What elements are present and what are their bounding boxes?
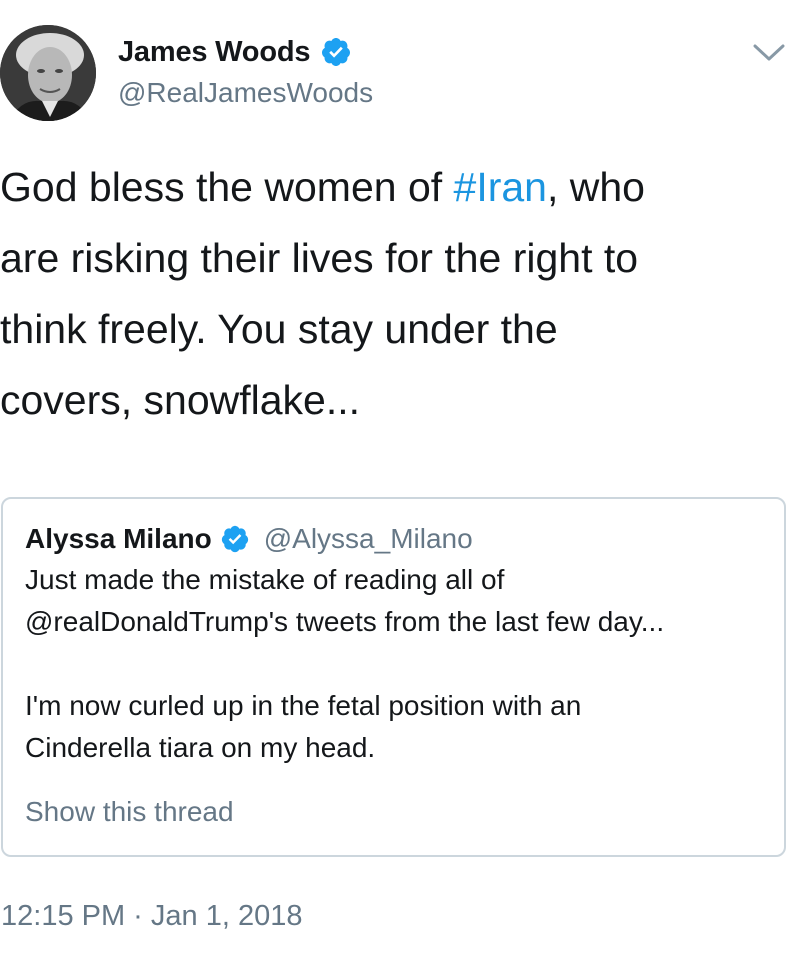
quoted-text-line: I'm now curled up in the fetal position … [25,690,582,721]
tweet-text-segment: , who [546,164,645,210]
quoted-text-line: Just made the mistake of reading all of [25,564,505,595]
quoted-tweet-card[interactable]: Alyssa Milano @Alyssa_Milano Just made t… [1,497,786,857]
quoted-author-handle: @Alyssa_Milano [263,523,473,554]
author-name-row: James Woods [118,32,352,72]
verified-badge-icon [220,524,250,554]
tweet-text-line: are risking their lives for the right to [0,235,639,281]
quoted-tweet-text: Just made the mistake of reading all of … [25,559,770,769]
show-thread-link[interactable]: Show this thread [25,796,234,828]
author-handle[interactable]: @RealJamesWoods [118,77,373,109]
author-display-name[interactable]: James Woods [118,36,310,69]
quoted-tweet-header: Alyssa Milano @Alyssa_Milano [25,521,473,557]
quoted-author-name: Alyssa Milano [25,523,212,554]
tweet-text-line: covers, snowflake... [0,377,361,423]
tweet-timestamp[interactable]: 12:15 PM · Jan 1, 2018 [1,900,302,933]
tweet: James Woods @RealJamesWoods God bless th… [0,0,789,960]
tweet-text: God bless the women of #Iran, who are ri… [0,152,780,436]
tweet-text-segment: God bless the women of [0,164,454,210]
quoted-text-line: Cinderella tiara on my head. [25,732,376,763]
hashtag-link[interactable]: #Iran [454,164,547,210]
avatar[interactable] [0,25,96,121]
tweet-text-line: God bless the women of #Iran, who [0,152,780,223]
verified-badge-icon [320,36,352,68]
tweet-text-line: think freely. You stay under the [0,306,558,352]
quoted-text-line: @realDonaldTrump's tweets from the last … [25,606,665,637]
chevron-down-icon[interactable] [752,42,786,64]
